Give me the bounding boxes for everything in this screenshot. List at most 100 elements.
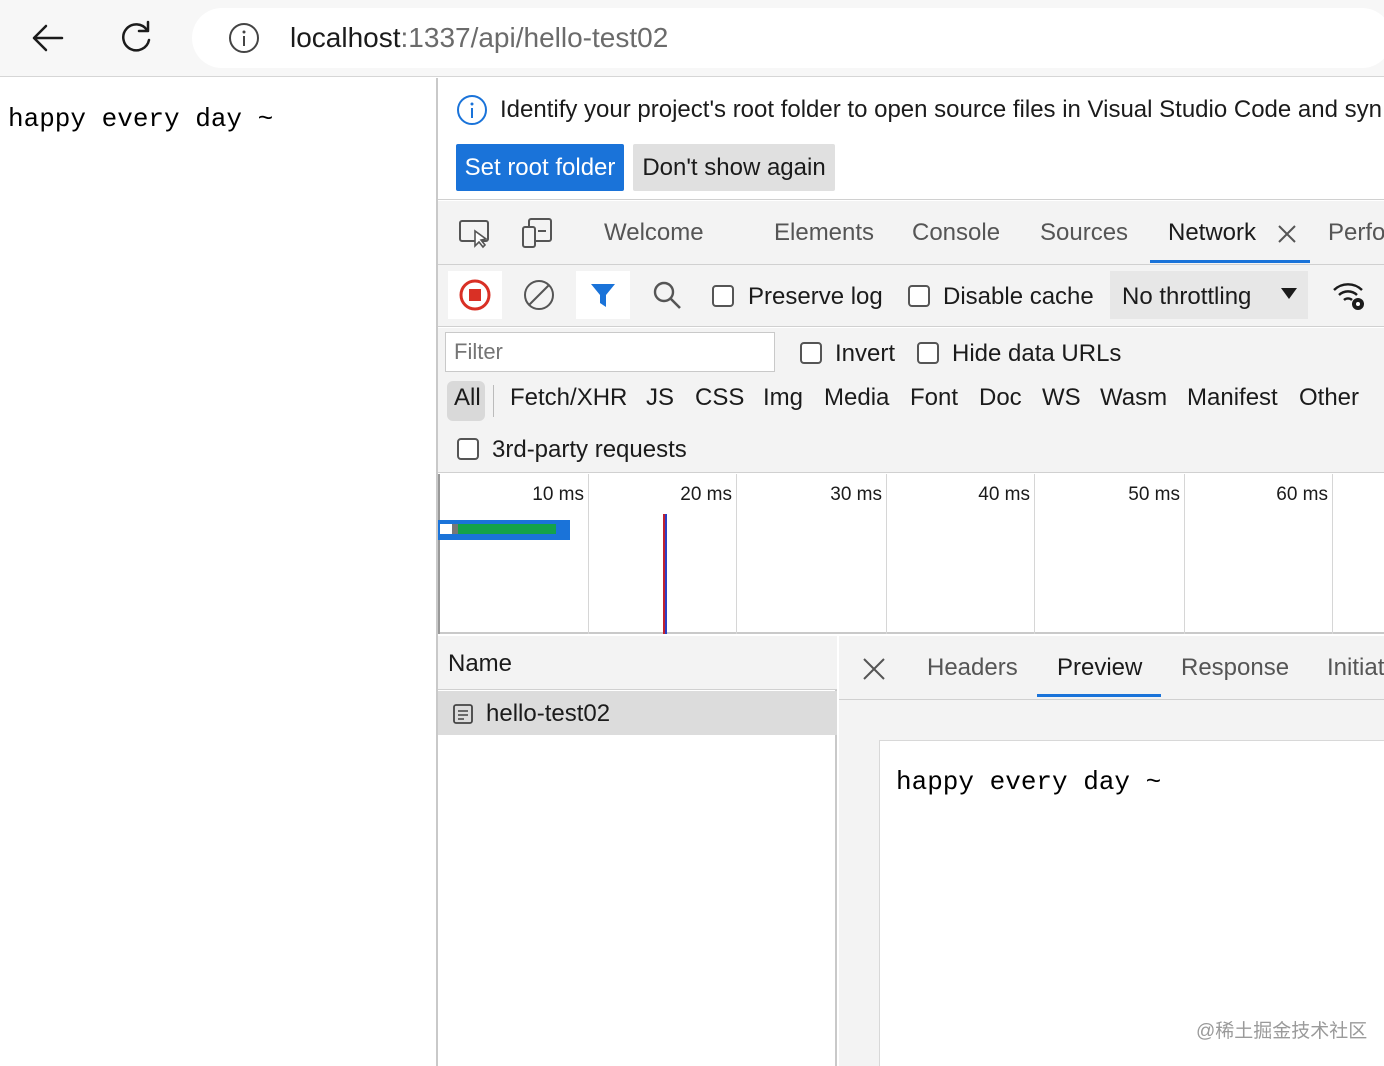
waterfall-queue-segment bbox=[440, 524, 452, 534]
network-conditions-button[interactable] bbox=[1322, 271, 1376, 319]
infobar-message: Identify your project's root folder to o… bbox=[500, 96, 1382, 123]
hide-data-urls-label: Hide data URLs bbox=[952, 340, 1122, 367]
type-filter-wasm[interactable]: Wasm bbox=[1100, 384, 1167, 412]
type-filter-img[interactable]: Img bbox=[763, 384, 803, 412]
type-filter-css[interactable]: CSS bbox=[695, 384, 744, 412]
inspect-element-button[interactable] bbox=[448, 209, 502, 257]
type-filter-media[interactable]: Media bbox=[824, 384, 889, 412]
device-toolbar-button[interactable] bbox=[510, 209, 564, 257]
disable-cache-checkbox[interactable] bbox=[908, 285, 930, 307]
clear-button[interactable] bbox=[512, 271, 566, 319]
arrow-left-icon bbox=[32, 24, 64, 52]
third-party-label: 3rd-party requests bbox=[492, 436, 687, 463]
request-name: hello-test02 bbox=[486, 700, 611, 727]
gridline bbox=[736, 474, 737, 634]
back-button[interactable] bbox=[24, 14, 72, 62]
dropdown-arrow-icon bbox=[1281, 288, 1297, 299]
tab-welcome[interactable]: Welcome bbox=[604, 219, 704, 247]
waterfall-download-segment bbox=[458, 524, 556, 534]
preview-text: happy every day ~ bbox=[896, 767, 1162, 797]
tab-initiator[interactable]: Initiat bbox=[1327, 654, 1384, 682]
search-button[interactable] bbox=[640, 271, 694, 319]
type-separator bbox=[493, 385, 494, 417]
url-path: :1337/api/hello-test02 bbox=[400, 22, 669, 53]
request-detail-panel: Headers Preview Response Initiat happy e… bbox=[839, 636, 1384, 1066]
type-filter-all[interactable]: All bbox=[454, 384, 481, 412]
type-filter-other[interactable]: Other bbox=[1299, 384, 1359, 412]
tick-label: 50 ms bbox=[1128, 484, 1180, 505]
info-icon[interactable] bbox=[228, 22, 260, 54]
request-list: Name hello-test02 bbox=[438, 636, 837, 1066]
disable-cache-label: Disable cache bbox=[943, 283, 1094, 310]
address-bar[interactable]: localhost:1337/api/hello-test02 bbox=[192, 8, 1384, 68]
gridline bbox=[588, 474, 589, 634]
filter-input[interactable] bbox=[445, 332, 775, 372]
tab-performance[interactable]: Perfo bbox=[1328, 219, 1384, 247]
name-column-header[interactable]: Name bbox=[438, 636, 837, 690]
timeline-start-line bbox=[438, 474, 440, 634]
devtools-panel: Identify your project's root folder to o… bbox=[436, 78, 1384, 1066]
invert-checkbox[interactable] bbox=[800, 342, 822, 364]
tab-response[interactable]: Response bbox=[1181, 654, 1289, 682]
info-circle-icon bbox=[457, 95, 487, 125]
dom-content-loaded-marker bbox=[665, 514, 667, 634]
stop-recording-icon bbox=[459, 279, 491, 311]
wifi-settings-icon bbox=[1333, 283, 1364, 310]
name-column-label: Name bbox=[448, 650, 513, 677]
type-filter-doc[interactable]: Doc bbox=[979, 384, 1022, 412]
tick-label: 10 ms bbox=[532, 484, 584, 505]
tick-label: 40 ms bbox=[978, 484, 1030, 505]
network-toolbar: Preserve log Disable cache No throttling bbox=[438, 265, 1384, 327]
inspect-icon bbox=[459, 220, 489, 249]
tab-network[interactable]: Network bbox=[1168, 219, 1256, 247]
watermark: @稀土掘金技术社区 bbox=[1196, 1021, 1368, 1042]
devtools-infobar: Identify your project's root folder to o… bbox=[438, 78, 1384, 200]
type-filter-ws[interactable]: WS bbox=[1042, 384, 1081, 412]
tab-elements[interactable]: Elements bbox=[774, 219, 874, 247]
document-icon bbox=[453, 704, 473, 724]
gridline bbox=[1184, 474, 1185, 634]
type-filter-manifest[interactable]: Manifest bbox=[1187, 384, 1278, 412]
type-filter-font[interactable]: Font bbox=[910, 384, 958, 412]
tick-label: 20 ms bbox=[680, 484, 732, 505]
tab-sources[interactable]: Sources bbox=[1040, 219, 1128, 247]
gridline bbox=[886, 474, 887, 634]
devtools-tabbar: Welcome Elements Console Sources Network… bbox=[438, 201, 1384, 265]
filter-toggle-button[interactable] bbox=[576, 271, 630, 319]
type-filter-js[interactable]: JS bbox=[646, 384, 674, 412]
clear-icon bbox=[524, 280, 554, 310]
invert-label: Invert bbox=[835, 340, 896, 367]
preserve-log-checkbox[interactable] bbox=[712, 285, 734, 307]
throttling-select[interactable]: No throttling bbox=[1110, 271, 1308, 319]
page-body-text: happy every day ~ bbox=[8, 104, 274, 134]
url-text[interactable]: localhost:1337/api/hello-test02 bbox=[290, 22, 668, 54]
active-tab-indicator bbox=[1150, 260, 1310, 263]
preserve-log-label: Preserve log bbox=[748, 283, 883, 310]
table-row[interactable]: hello-test02 bbox=[438, 691, 837, 735]
third-party-checkbox[interactable] bbox=[457, 438, 479, 460]
active-detail-tab-indicator bbox=[1037, 694, 1161, 697]
tab-headers[interactable]: Headers bbox=[927, 654, 1018, 682]
close-icon[interactable] bbox=[861, 656, 887, 682]
set-root-folder-button[interactable]: Set root folder bbox=[456, 144, 624, 191]
hide-data-urls-checkbox[interactable] bbox=[917, 342, 939, 364]
search-icon bbox=[653, 281, 681, 309]
filter-bar: Invert Hide data URLs All Fetch/XHR JS C… bbox=[438, 328, 1384, 473]
tick-label: 30 ms bbox=[830, 484, 882, 505]
type-filter-fetch-xhr[interactable]: Fetch/XHR bbox=[510, 384, 627, 412]
reload-button[interactable] bbox=[112, 14, 160, 62]
dont-show-again-button[interactable]: Don't show again bbox=[633, 144, 835, 191]
detail-tabbar: Headers Preview Response Initiat bbox=[839, 636, 1384, 700]
device-icon bbox=[522, 218, 552, 248]
tab-preview[interactable]: Preview bbox=[1057, 654, 1142, 682]
reload-icon bbox=[122, 20, 151, 52]
tab-console[interactable]: Console bbox=[912, 219, 1000, 247]
close-tab-icon[interactable] bbox=[1276, 223, 1298, 245]
gridline bbox=[1034, 474, 1035, 634]
record-button[interactable] bbox=[448, 271, 502, 319]
filter-funnel-icon bbox=[591, 284, 615, 307]
tick-label: 60 ms bbox=[1276, 484, 1328, 505]
gridline bbox=[1332, 474, 1333, 634]
throttling-value: No throttling bbox=[1122, 283, 1252, 310]
network-overview-timeline[interactable]: 10 ms 20 ms 30 ms 40 ms 50 ms 60 ms bbox=[438, 474, 1384, 634]
